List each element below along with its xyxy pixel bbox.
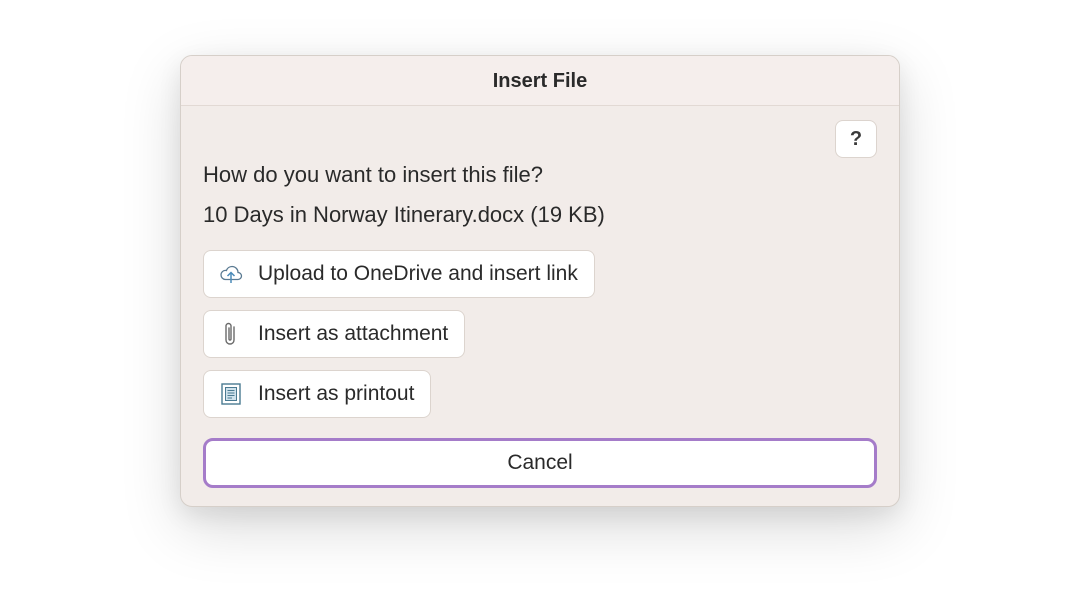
insert-printout-button[interactable]: Insert as printout	[203, 370, 431, 418]
help-icon: ?	[850, 128, 862, 151]
file-name-label: 10 Days in Norway Itinerary.docx (19 KB)	[203, 202, 877, 228]
cancel-button[interactable]: Cancel	[203, 438, 877, 488]
upload-onedrive-button[interactable]: Upload to OneDrive and insert link	[203, 250, 595, 298]
option-label: Upload to OneDrive and insert link	[258, 262, 578, 286]
cloud-upload-icon	[216, 259, 246, 289]
paperclip-icon	[216, 319, 246, 349]
cancel-label: Cancel	[507, 451, 572, 474]
dialog-title: Insert File	[493, 70, 587, 92]
insert-attachment-button[interactable]: Insert as attachment	[203, 310, 465, 358]
options-group: Upload to OneDrive and insert link Inser…	[203, 250, 877, 418]
insert-file-dialog: Insert File ? How do you want to insert …	[180, 55, 900, 507]
dialog-titlebar: Insert File	[181, 56, 899, 106]
option-label: Insert as printout	[258, 382, 414, 406]
help-button[interactable]: ?	[835, 120, 877, 158]
dialog-body: ? How do you want to insert this file? 1…	[181, 106, 899, 506]
insert-prompt: How do you want to insert this file?	[203, 162, 877, 188]
option-label: Insert as attachment	[258, 322, 448, 346]
printout-icon	[216, 379, 246, 409]
